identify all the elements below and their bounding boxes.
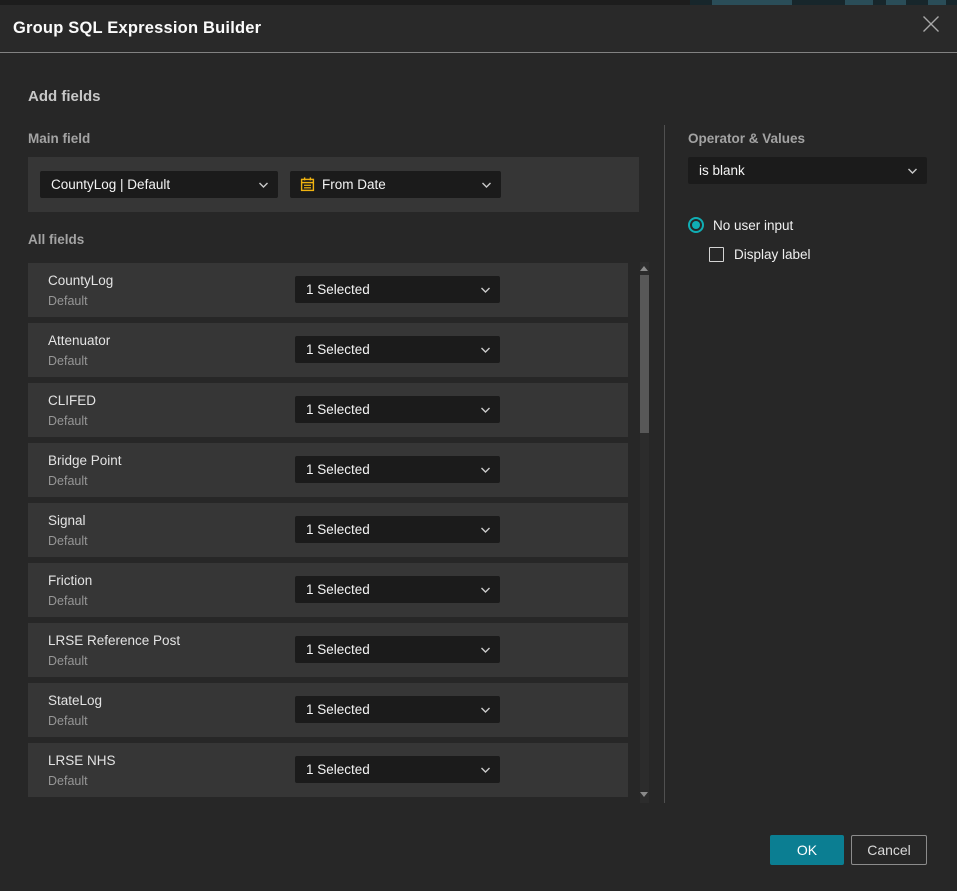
field-row-name: LRSE NHS [48,753,116,768]
chevron-down-icon [480,766,491,773]
field-row-selection-select[interactable]: 1 Selected [295,396,500,423]
cancel-button[interactable]: Cancel [851,835,927,865]
field-row-selection-select[interactable]: 1 Selected [295,456,500,483]
field-row-selection-select[interactable]: 1 Selected [295,336,500,363]
field-row: LRSE Reference Post Default 1 Selected [28,623,628,677]
no-user-input-radio[interactable]: No user input [688,217,793,233]
field-row: StateLog Default 1 Selected [28,683,628,737]
field-row: Friction Default 1 Selected [28,563,628,617]
field-row-selection-select[interactable]: 1 Selected [295,276,500,303]
field-row-name: LRSE Reference Post [48,633,180,648]
field-row-subtitle: Default [48,534,88,548]
chevron-down-icon [480,346,491,353]
main-field-label: Main field [28,131,90,146]
field-row-name: StateLog [48,693,102,708]
field-row-selection-value: 1 Selected [295,702,370,717]
field-row-subtitle: Default [48,354,88,368]
field-row-selection-value: 1 Selected [295,462,370,477]
dialog-title: Group SQL Expression Builder [13,19,261,38]
field-row-subtitle: Default [48,594,88,608]
checkbox-unchecked-icon [709,247,724,262]
scroll-up-arrow-icon[interactable] [640,266,648,271]
add-fields-heading: Add fields [28,88,101,105]
display-label-checkbox[interactable]: Display label [709,247,811,262]
main-field-date-select[interactable]: From Date [290,171,501,198]
field-row-name: Attenuator [48,333,110,348]
field-row-name: Friction [48,573,92,588]
field-row-selection-select[interactable]: 1 Selected [295,516,500,543]
close-icon [922,15,940,33]
field-row-selection-value: 1 Selected [295,762,370,777]
field-row-subtitle: Default [48,414,88,428]
main-field-source-value: CountyLog | Default [40,177,170,192]
field-row-subtitle: Default [48,774,88,788]
chevron-down-icon [480,406,491,413]
field-row: Bridge Point Default 1 Selected [28,443,628,497]
ok-button[interactable]: OK [770,835,844,865]
group-sql-expression-builder-dialog: Group SQL Expression Builder Add fields … [0,0,957,891]
operator-select[interactable]: is blank [688,157,927,184]
field-row-name: CountyLog [48,273,113,288]
field-row-selection-select[interactable]: 1 Selected [295,636,500,663]
field-row-subtitle: Default [48,654,88,668]
all-fields-label: All fields [28,232,84,247]
field-row-selection-value: 1 Selected [295,582,370,597]
field-row-selection-select[interactable]: 1 Selected [295,696,500,723]
field-row: Attenuator Default 1 Selected [28,323,628,377]
field-row-name: Bridge Point [48,453,122,468]
calendar-icon [299,176,316,193]
field-row-selection-value: 1 Selected [295,402,370,417]
no-user-input-label: No user input [713,218,793,233]
field-row-subtitle: Default [48,714,88,728]
scroll-down-arrow-icon[interactable] [640,792,648,797]
dialog-titlebar: Group SQL Expression Builder [0,5,957,53]
field-row-selection-value: 1 Selected [295,282,370,297]
main-field-date-value: From Date [316,177,386,192]
main-field-panel: CountyLog | Default From Date [28,157,639,212]
field-row-subtitle: Default [48,474,88,488]
field-row-selection-value: 1 Selected [295,642,370,657]
chevron-down-icon [907,167,918,174]
field-row-name: Signal [48,513,86,528]
display-label-label: Display label [734,247,811,262]
field-row: LRSE NHS Default 1 Selected [28,743,628,797]
field-row-name: CLIFED [48,393,96,408]
chevron-down-icon [480,286,491,293]
operator-select-value: is blank [688,163,745,178]
radio-selected-icon [688,217,704,233]
field-row: Signal Default 1 Selected [28,503,628,557]
field-row-subtitle: Default [48,294,88,308]
field-row: CLIFED Default 1 Selected [28,383,628,437]
chevron-down-icon [480,706,491,713]
close-button[interactable] [919,12,943,36]
column-divider [664,125,665,803]
operator-values-heading: Operator & Values [688,131,805,146]
chevron-down-icon [480,466,491,473]
field-row-selection-value: 1 Selected [295,522,370,537]
field-row-selection-value: 1 Selected [295,342,370,357]
chevron-down-icon [480,526,491,533]
chevron-down-icon [480,586,491,593]
main-field-source-select[interactable]: CountyLog | Default [40,171,278,198]
chevron-down-icon [481,181,492,188]
scrollbar-thumb[interactable] [640,275,649,433]
field-row: CountyLog Default 1 Selected [28,263,628,317]
field-row-selection-select[interactable]: 1 Selected [295,576,500,603]
field-row-selection-select[interactable]: 1 Selected [295,756,500,783]
chevron-down-icon [480,646,491,653]
chevron-down-icon [258,181,269,188]
